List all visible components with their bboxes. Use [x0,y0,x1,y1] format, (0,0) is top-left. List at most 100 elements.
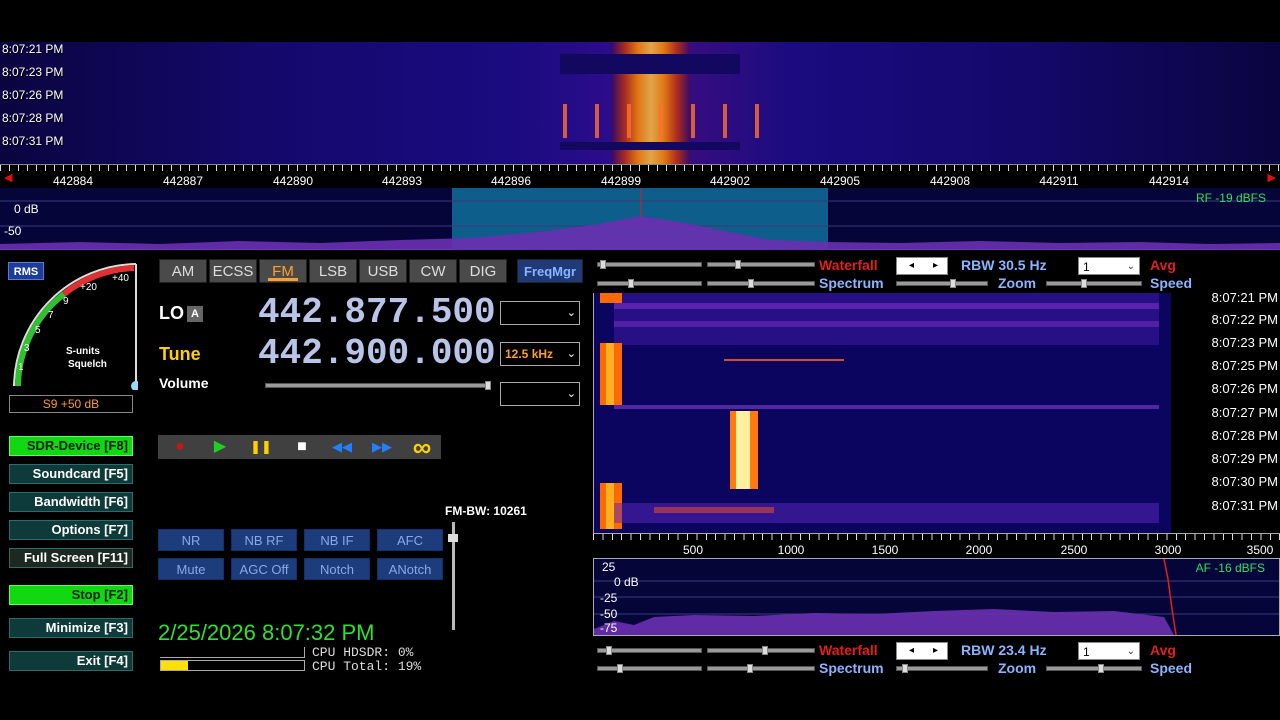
agc-off-button[interactable]: AGC Off [231,558,297,580]
nb-rf-button[interactable]: NB RF [231,529,297,551]
options-button[interactable]: Options [F7] [9,520,133,540]
mode-usb[interactable]: USB [359,259,407,283]
af-spectrum[interactable]: 25 0 dB -25 -50 -75 AF -16 dBFS [593,558,1280,636]
waterfall-brightness-slider[interactable] [597,648,702,653]
cpu-hdsdr-label: CPU HDSDR: 0% [312,645,414,660]
rf-spectrum[interactable]: 0 dB -50 RF -19 dBFS [0,188,1280,250]
tune-frequency[interactable]: 442.900.000 [258,333,496,374]
slider-knob[interactable] [950,279,956,288]
slider-knob[interactable] [1081,279,1087,288]
avg-label: Avg [1150,257,1176,273]
axis-label: 2500 [1060,543,1088,557]
loop-icon[interactable]: ∞ [402,434,442,460]
spectrum-contrast-slider[interactable] [707,281,815,286]
mute-button[interactable]: Mute [158,558,224,580]
arrow-right-icon[interactable]: ▸ [933,643,938,659]
avg-select[interactable]: 1 ⌄ [1078,642,1140,660]
zoom-label: Zoom [998,660,1037,676]
slider-knob[interactable] [606,646,612,655]
mode-dig[interactable]: DIG [459,259,507,283]
rf-waterfall[interactable]: 8:07:21 PM 8:07:23 PM 8:07:26 PM 8:07:28… [0,42,1280,164]
slider-knob[interactable] [762,646,768,655]
freqmgr-button[interactable]: FreqMgr [517,259,583,283]
volume-slider[interactable] [265,383,491,388]
agc-dropdown[interactable]: ⌄ [500,382,580,406]
waterfall-nav[interactable]: ◂ ▸ [896,257,948,275]
slider-knob[interactable] [617,664,623,673]
arrow-left-icon[interactable]: ◂ [909,643,914,659]
avg-select[interactable]: 1 ⌄ [1078,257,1140,275]
tune-label: Tune [159,344,201,364]
slider-knob[interactable] [735,260,741,269]
fast-forward-icon[interactable]: ▶▶ [362,435,402,459]
spectrum-brightness-slider[interactable] [597,281,702,286]
mode-lsb[interactable]: LSB [309,259,357,283]
slider-knob[interactable] [628,279,634,288]
stop-button[interactable]: Stop [F2] [9,585,133,605]
mode-fm[interactable]: FM [259,259,307,283]
lo-frequency[interactable]: 442.877.500 [258,292,496,333]
speed-slider[interactable] [1046,281,1142,286]
slider-knob[interactable] [747,664,753,673]
spectrum-brightness-slider[interactable] [597,666,702,671]
waterfall-brightness-slider[interactable] [597,262,702,267]
pause-icon[interactable]: ❚❚ [241,435,281,459]
volume-slider-knob[interactable] [485,381,491,390]
af-frequency-axis[interactable]: 500 1000 1500 2000 2500 3000 3500 [593,533,1280,558]
soundcard-button[interactable]: Soundcard [F5] [9,464,133,484]
arrow-left-icon[interactable]: ◂ [909,258,914,274]
speed-slider[interactable] [1046,666,1142,671]
afc-button[interactable]: AFC [377,529,443,551]
waterfall-nav[interactable]: ◂ ▸ [896,642,948,660]
mode-am[interactable]: AM [159,259,207,283]
nb-if-button[interactable]: NB IF [304,529,370,551]
smeter-scale-label: +40 [112,273,129,284]
rbw-label: RBW 30.5 Hz [961,257,1047,273]
scroll-right-icon[interactable]: ▶ [1268,171,1276,184]
db-label: -75 [600,621,618,635]
waterfall-contrast-slider[interactable] [707,648,815,653]
lo-badge[interactable]: A [187,306,203,322]
avg-value: 1 [1083,260,1090,274]
scroll-left-icon[interactable]: ◀ [4,171,12,184]
tune-step-value: 12.5 kHz [505,347,554,361]
sdr-device-button[interactable]: SDR-Device [F8] [9,436,133,456]
bandwidth-button[interactable]: Bandwidth [F6] [9,492,133,512]
rewind-icon[interactable]: ◀◀ [322,435,362,459]
zoom-slider[interactable] [896,281,988,286]
stop-icon[interactable]: ■ [282,435,322,459]
record-icon[interactable]: ● [160,435,200,459]
spectrum-contrast-slider[interactable] [707,666,815,671]
af-timestamp: 8:07:27 PM [1211,405,1279,420]
cpu-hdsdr-bar [160,647,305,658]
af-time-column: 8:07:21 PM 8:07:22 PM 8:07:23 PM 8:07:25… [1171,290,1280,533]
fm-bw-slider-knob[interactable] [448,534,458,542]
play-icon[interactable]: ▶ [200,435,240,459]
rf-frequency-axis[interactable]: ◀ ▶ 442884 442887 442890 442893 442896 4… [0,164,1280,188]
full-screen-button[interactable]: Full Screen [F11] [9,548,133,568]
nr-button[interactable]: NR [158,529,224,551]
volume-label: Volume [159,375,209,391]
af-waterfall[interactable] [593,293,1171,533]
axis-label: 1000 [777,543,805,557]
lo-dropdown[interactable]: ⌄ [500,301,580,325]
slider-knob[interactable] [1098,664,1104,673]
mode-ecss[interactable]: ECSS [209,259,257,283]
minimize-button[interactable]: Minimize [F3] [9,618,133,638]
anotch-button[interactable]: ANotch [377,558,443,580]
waterfall-contrast-slider[interactable] [707,262,815,267]
rms-button[interactable]: RMS [8,262,44,280]
avg-value: 1 [1083,645,1090,659]
mode-cw[interactable]: CW [409,259,457,283]
tune-step-dropdown[interactable]: 12.5 kHz ⌄ [500,342,580,366]
axis-label: 442890 [272,174,314,188]
slider-knob[interactable] [600,260,606,269]
axis-label: 442884 [52,174,94,188]
notch-button[interactable]: Notch [304,558,370,580]
arrow-right-icon[interactable]: ▸ [933,258,938,274]
exit-button[interactable]: Exit [F4] [9,651,133,671]
zoom-slider[interactable] [896,666,988,671]
db-label: 0 dB [614,575,639,589]
slider-knob[interactable] [902,664,908,673]
slider-knob[interactable] [748,279,754,288]
